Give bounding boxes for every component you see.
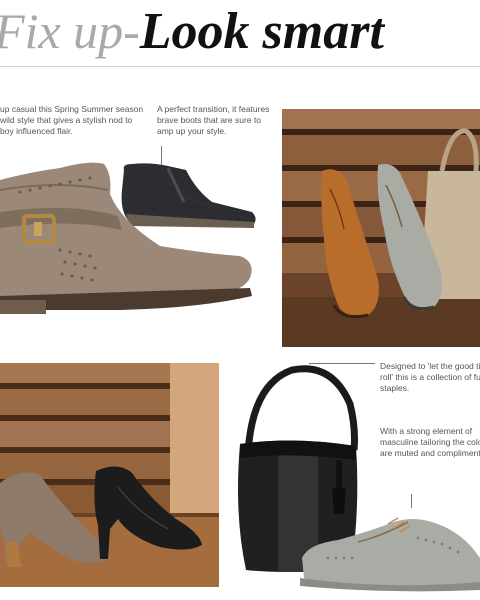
caption-brogues: With a strong element of masculine tailo…	[380, 426, 480, 459]
chelsea-boot-image	[121, 163, 256, 228]
caption-line: masculine tailoring the colo	[380, 437, 480, 447]
grey-brogue-image	[298, 508, 480, 592]
page-title: Fix up-Look smart	[0, 0, 480, 62]
ankle-boot-image	[0, 150, 275, 320]
caption-line: roll' this is a collection of fu	[380, 372, 480, 382]
title-light: Fix up-	[0, 3, 140, 59]
caption-line: up casual this Spring Summer season	[0, 104, 144, 114]
caption-line: A perfect transition, it features	[157, 104, 270, 114]
brogue-pair-image	[282, 109, 480, 347]
caption-line: With a strong element of	[380, 426, 473, 436]
caption-line: Designed to 'let the good tir	[380, 361, 480, 371]
title-rule	[0, 66, 480, 67]
caption-ankle-boots: up casual this Spring Summer season wild…	[0, 104, 150, 137]
caption-line: are muted and complimenta	[380, 448, 480, 458]
caption-line: boy influenced flair.	[0, 126, 73, 136]
heeled-sandal-image	[0, 363, 219, 587]
title-dark: Look smart	[139, 3, 384, 60]
caption-handbag: Designed to 'let the good tir roll' this…	[380, 361, 480, 394]
caption-chelsea-boots: A perfect transition, it features brave …	[157, 104, 282, 137]
caption-line: staples.	[380, 383, 410, 393]
caption-line: amp up your style.	[157, 126, 227, 136]
caption-line: wild style that gives a stylish nod to	[0, 115, 133, 125]
caption-leader-line	[411, 494, 412, 508]
caption-line: brave boots that are sure to	[157, 115, 261, 125]
